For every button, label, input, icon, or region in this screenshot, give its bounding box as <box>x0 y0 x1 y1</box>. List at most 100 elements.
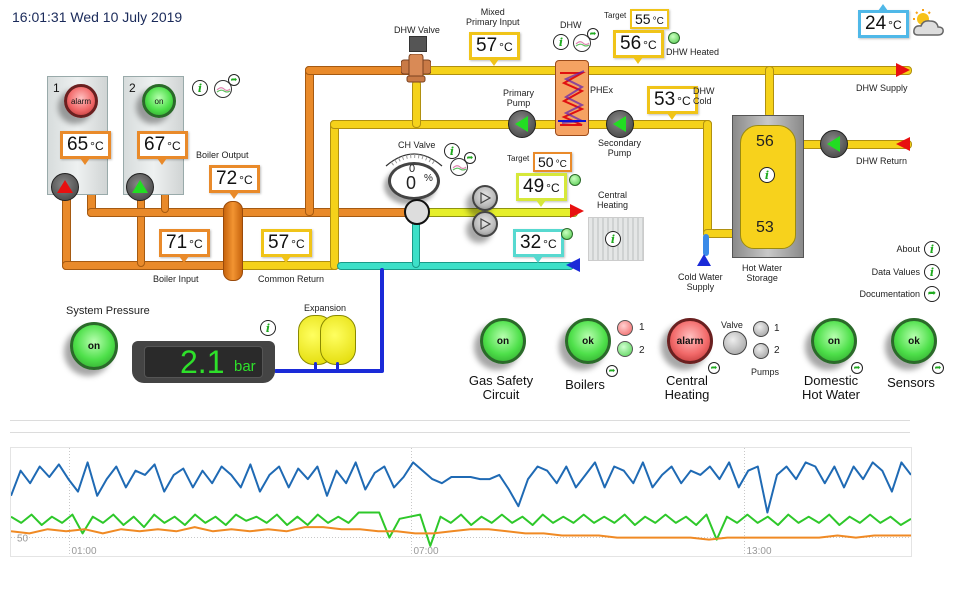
outdoor-temp-unit: °C <box>888 18 902 32</box>
pump-up-red-icon <box>57 180 73 193</box>
boilers-info-icon[interactable]: i <box>192 80 208 96</box>
sensors-link-icon[interactable]: ➦ <box>932 362 944 374</box>
secondary-pump[interactable] <box>606 110 634 138</box>
system-pressure-label: System Pressure <box>66 305 150 317</box>
primary-pump[interactable] <box>508 110 536 138</box>
dhw-target-temp[interactable]: 55 °C <box>630 9 669 29</box>
expansion-vessel-2-pipe <box>336 362 339 372</box>
tank-top-pipe <box>765 66 774 118</box>
common-return-temp-unit: °C <box>291 237 305 251</box>
expansion-vessel-1-pipe <box>314 362 317 372</box>
dhw-return-label: DHW Return <box>856 156 908 166</box>
tank-info-icon[interactable]: i <box>759 167 775 183</box>
history-chart[interactable]: 01:00 07:00 13:00 50 <box>10 447 912 557</box>
boiler-1-status-lamp[interactable]: alarm <box>64 84 98 118</box>
ch-pump-1[interactable] <box>472 185 498 211</box>
divider-bottom <box>10 432 910 433</box>
pump-2-status-lamp <box>753 343 769 359</box>
x-tick-label: 13:00 <box>747 546 772 556</box>
cold-water-supply-label: Cold Water Supply <box>678 272 723 292</box>
ch-return-indicator <box>561 228 573 240</box>
expansion-label: Expansion <box>304 303 347 313</box>
pressure-info-icon[interactable]: i <box>260 320 276 336</box>
ch-valve-value: 0 <box>406 173 417 193</box>
ch-flow-pipe <box>418 208 578 217</box>
dhw-status-lamp[interactable]: on <box>811 318 857 364</box>
boiler-1-pump[interactable] <box>51 173 79 201</box>
ch-flow-temp: 49 °C <box>516 173 567 207</box>
about-link[interactable]: About <box>896 244 920 254</box>
boiler-output-temp-unit: °C <box>239 173 253 187</box>
boiler-input-label: Boiler Input <box>153 274 199 284</box>
boiler-1-mini-lamp <box>617 320 633 336</box>
central-heating-link-icon[interactable]: ➦ <box>708 362 720 374</box>
boilers-status-link-icon[interactable]: ➦ <box>606 365 618 377</box>
three-way-valve-icon <box>400 53 432 83</box>
system-pressure-lamp[interactable]: on <box>70 322 118 370</box>
series-line-green <box>10 511 912 547</box>
datetime: 16:01:31 Wed 10 July 2019 <box>12 9 183 25</box>
dhw-valve[interactable] <box>400 53 432 84</box>
dhw-out-temp-value: 56 <box>620 33 642 54</box>
ch-valve-info-icon[interactable]: i <box>444 143 460 159</box>
expansion-vessel-2 <box>320 315 356 365</box>
x-tick-label: 07:00 <box>414 546 439 556</box>
primary-return-riser-pipe <box>330 120 339 270</box>
valve-status-lamp <box>723 331 747 355</box>
dhw-return-pump[interactable] <box>820 130 848 158</box>
boiler-output-label: Boiler Output <box>196 150 249 160</box>
boiler-2-pump[interactable] <box>126 173 154 201</box>
dhw-out-temp-unit: °C <box>643 38 657 52</box>
documentation-link-icon[interactable]: ➦ <box>924 286 940 302</box>
ch-flow-temp-unit: °C <box>546 181 560 195</box>
boiler-2-status-lamp[interactable]: on <box>142 84 176 118</box>
radiator-info-icon[interactable]: i <box>605 231 621 247</box>
tank-bottom-temp: 53 <box>756 219 774 236</box>
gas-safety-label: Gas Safety Circuit <box>468 373 534 402</box>
dhw-info-icon[interactable]: i <box>553 34 569 50</box>
central-heating-status-label: Central Heating <box>664 373 710 402</box>
ch-pump-2[interactable] <box>472 211 498 237</box>
boiler-2-mini-lamp <box>617 341 633 357</box>
boiler-2-number: 2 <box>129 81 136 95</box>
data-values-info-icon[interactable]: i <box>924 264 940 280</box>
pump-left-green-icon <box>827 136 840 152</box>
gas-safety-lamp[interactable]: on <box>480 318 526 364</box>
about-info-icon[interactable]: i <box>924 241 940 257</box>
boiler-1-temp-value: 65 <box>67 134 89 155</box>
pump-1-status-label: 1 <box>774 323 780 334</box>
boiler-1-number: 1 <box>53 81 60 95</box>
ch-mixing-valve[interactable] <box>404 199 430 225</box>
dhw-cold-temp-unit: °C <box>677 94 691 108</box>
partly-cloudy-icon <box>913 9 944 36</box>
ch-flow-temp-value: 49 <box>523 176 545 197</box>
boiler-1-temp: 65 °C <box>60 131 111 165</box>
phex <box>555 60 589 136</box>
data-values-link[interactable]: Data Values <box>872 267 920 277</box>
dhw-label: DHW <box>560 20 582 30</box>
boiler-input-temp-value: 71 <box>166 232 188 253</box>
central-heating-lamp[interactable]: alarm <box>667 318 713 364</box>
boilers-status-lamp[interactable]: ok <box>565 318 611 364</box>
mixed-primary-input-temp-value: 57 <box>476 35 498 56</box>
phex-label: PHEx <box>590 85 614 95</box>
dhw-link-icon[interactable]: ➦ <box>587 28 599 40</box>
ch-target-label: Target <box>507 154 530 163</box>
dhw-cold-temp-value: 53 <box>654 89 676 110</box>
boiler1-return-pipe <box>62 190 71 270</box>
sensors-lamp[interactable]: ok <box>891 318 937 364</box>
ch-valve-link-icon[interactable]: ➦ <box>464 152 476 164</box>
pump-left-green-icon <box>613 116 626 132</box>
documentation-link[interactable]: Documentation <box>859 289 920 299</box>
pump-1-status-lamp <box>753 321 769 337</box>
low-loss-header <box>223 201 243 281</box>
pressure-value: 2.1 <box>180 344 225 380</box>
mixed-primary-input-label: Mixed Primary Input <box>466 7 520 27</box>
cold-feed-pipe <box>703 120 712 237</box>
play-icon <box>480 192 491 204</box>
pump-up-green-icon <box>132 180 148 193</box>
dhw-out-temp: 56 °C <box>613 30 664 64</box>
boilers-link-icon[interactable]: ➦ <box>228 74 240 86</box>
ch-target-temp[interactable]: 50 °C <box>533 152 572 172</box>
mixed-primary-input-temp: 57 °C <box>469 32 520 66</box>
